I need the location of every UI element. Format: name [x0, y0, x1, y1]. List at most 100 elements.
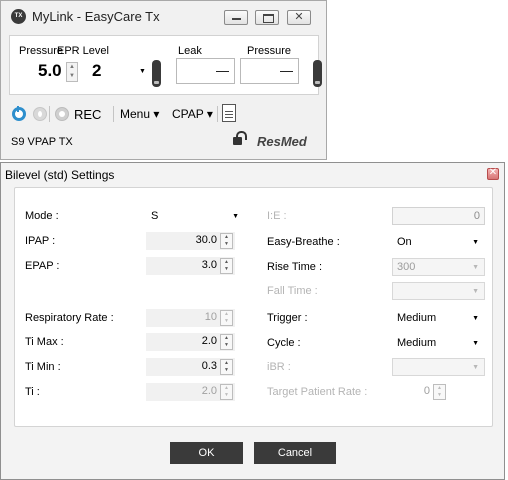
device-name: S9 VPAP TX	[11, 136, 73, 148]
menu-button[interactable]: Menu ▾	[120, 107, 159, 121]
dialog-close-button[interactable]: ✕	[487, 167, 499, 180]
close-icon: ✕	[294, 11, 304, 23]
spin-buttons: ▲ ▼	[220, 310, 233, 326]
cycle-label: Cycle :	[267, 337, 301, 349]
chevron-down-icon: ▼	[472, 264, 479, 271]
chevron-down-icon: ▼	[472, 315, 479, 322]
ti-max-stepper[interactable]: 2.0 ▲ ▼	[146, 333, 235, 351]
ti-min-label: Ti Min :	[25, 361, 61, 373]
spin-down-icon: ▼	[224, 392, 229, 398]
chevron-down-icon: ▼	[472, 364, 479, 371]
mode-select[interactable]: S ▼	[146, 207, 245, 225]
toolbar-divider	[49, 106, 50, 122]
cycle-select[interactable]: Medium ▼	[392, 334, 485, 352]
ie-label: I:E :	[267, 210, 287, 222]
spin-up-icon[interactable]: ▲	[221, 234, 232, 241]
trigger-select[interactable]: Medium ▼	[392, 309, 485, 327]
unlock-icon[interactable]	[233, 131, 247, 145]
pressure-reading-value: —	[280, 63, 293, 78]
mode-button[interactable]: CPAP ▾	[172, 107, 213, 121]
cancel-button[interactable]: Cancel	[254, 442, 336, 464]
power-icon[interactable]	[12, 106, 26, 121]
spin-up-icon[interactable]: ▲	[221, 259, 232, 266]
epap-label: EPAP :	[25, 260, 60, 272]
thermometer-icon	[152, 60, 161, 87]
chevron-down-icon: ▼	[472, 239, 479, 246]
spin-down-icon[interactable]: ▼	[221, 342, 232, 349]
epap-stepper[interactable]: 3.0 ▲ ▼	[146, 257, 235, 275]
easy-breathe-select[interactable]: On ▼	[392, 233, 485, 251]
toolbar-divider	[217, 106, 218, 122]
easy-breathe-label: Easy-Breathe :	[267, 236, 340, 248]
pressure-display: —	[240, 58, 299, 84]
ipap-label: IPAP :	[25, 235, 56, 247]
spin-buttons[interactable]: ▲ ▼	[220, 334, 233, 350]
respiratory-rate-value: 10	[204, 311, 217, 323]
spin-up-icon: ▲	[437, 385, 442, 391]
epap-value: 3.0	[201, 259, 217, 271]
pressure-reading-label: Pressure	[247, 45, 292, 57]
spin-up-icon: ▲	[224, 311, 229, 317]
record-icon[interactable]	[55, 107, 69, 121]
spin-down-icon[interactable]: ▼	[221, 266, 232, 273]
chevron-down-icon: ▼	[472, 288, 479, 295]
trigger-value: Medium	[397, 312, 437, 324]
rise-time-select: 300 ▼	[392, 258, 485, 276]
report-icon[interactable]	[222, 104, 236, 122]
ok-button[interactable]: OK	[170, 442, 243, 464]
easy-breathe-value: On	[397, 236, 412, 248]
chevron-down-icon: ▼	[472, 340, 479, 347]
mylink-window: TX MyLink - EasyCare Tx ✕ Pressure EPR L…	[0, 0, 327, 160]
respiratory-rate-label: Respiratory Rate :	[25, 312, 114, 324]
target-patient-rate-label: Target Patient Rate :	[267, 386, 368, 398]
trigger-label: Trigger :	[267, 312, 308, 324]
spin-buttons[interactable]: ▲ ▼	[220, 233, 233, 249]
pressure-stepper[interactable]: ▲ ▼	[66, 62, 78, 82]
spin-buttons[interactable]: ▲ ▼	[220, 359, 233, 375]
ipap-value: 30.0	[195, 234, 217, 246]
leak-value: —	[216, 63, 229, 78]
spin-buttons: ▲ ▼	[220, 384, 233, 400]
epr-level-value: 2	[92, 61, 102, 80]
fall-time-select: ▼	[392, 282, 485, 300]
thermometer-icon	[313, 60, 322, 87]
spin-up-icon: ▲	[224, 385, 229, 391]
rise-time-value: 300	[397, 261, 416, 273]
ti-min-stepper[interactable]: 0.3 ▲ ▼	[146, 358, 235, 376]
ie-field: 0	[392, 207, 485, 225]
ti-min-value: 0.3	[201, 360, 217, 372]
toolbar-divider	[113, 106, 114, 122]
maximize-button[interactable]	[255, 10, 279, 25]
spin-up-icon[interactable]: ▲	[221, 335, 232, 342]
spin-buttons[interactable]: ▲ ▼	[220, 258, 233, 274]
settings-panel: Mode : S ▼ IPAP : 30.0 ▲ ▼ EPAP : 3.0 ▲ ▼ …	[14, 187, 493, 427]
target-patient-rate-value: 0	[423, 385, 430, 397]
mode-value: S	[151, 210, 159, 222]
epr-dropdown-arrow-icon[interactable]: ▼	[139, 68, 146, 75]
ti-value: 2.0	[201, 385, 217, 397]
respiratory-rate-stepper: 10 ▲ ▼	[146, 309, 235, 327]
humidifier-icon[interactable]	[33, 107, 47, 121]
ipap-stepper[interactable]: 30.0 ▲ ▼	[146, 232, 235, 250]
spin-down-icon: ▼	[224, 318, 229, 324]
spin-up-icon[interactable]: ▲	[221, 360, 232, 367]
minimize-button[interactable]	[224, 10, 248, 25]
chevron-down-icon: ▼	[232, 213, 239, 220]
spin-down-icon[interactable]: ▼	[221, 367, 232, 374]
toolbar: REC Menu ▾ CPAP ▾	[9, 101, 319, 126]
rec-button[interactable]: REC	[74, 107, 101, 122]
stepper-down-icon[interactable]: ▼	[67, 72, 77, 81]
close-button[interactable]: ✕	[287, 10, 311, 25]
target-patient-rate-stepper: 0 ▲ ▼	[392, 383, 448, 401]
mode-label: Mode :	[25, 210, 59, 222]
ti-stepper: 2.0 ▲ ▼	[146, 383, 235, 401]
spin-buttons: ▲ ▼	[433, 384, 446, 400]
stepper-up-icon[interactable]: ▲	[67, 63, 77, 72]
ibr-select: ▼	[392, 358, 485, 376]
spin-down-icon[interactable]: ▼	[221, 241, 232, 248]
bilevel-settings-dialog: Bilevel (std) Settings ✕ Mode : S ▼ IPAP…	[0, 162, 505, 480]
window-title: MyLink - EasyCare Tx	[32, 9, 160, 24]
ti-label: Ti :	[25, 386, 40, 398]
fall-time-label: Fall Time :	[267, 285, 318, 297]
leak-label: Leak	[178, 45, 202, 57]
